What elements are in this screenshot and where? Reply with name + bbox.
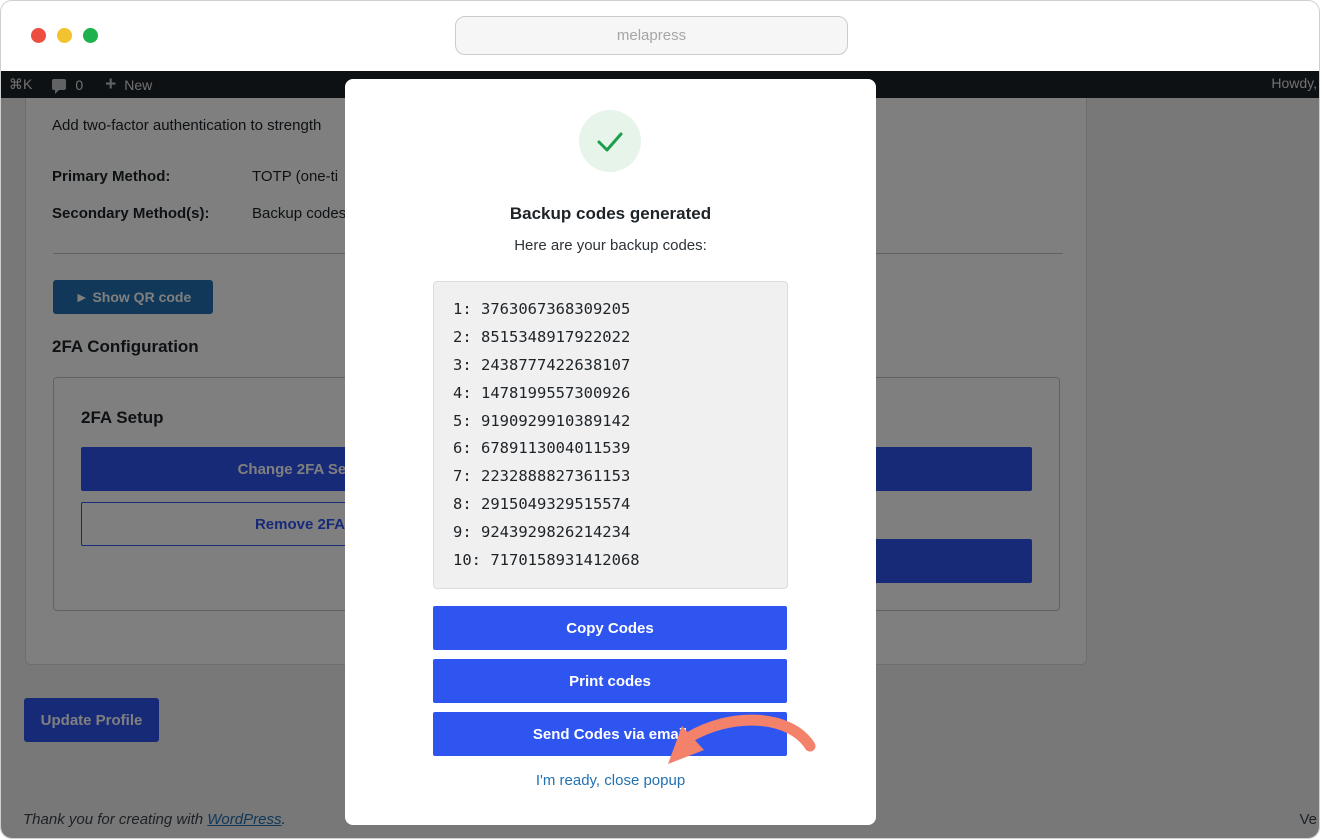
backup-code: 9: 9243929826214234 [453, 523, 631, 542]
backup-codes-list: 1: 3763067368309205 2: 8515348917922022 … [453, 299, 640, 578]
copy-codes-button[interactable]: Copy Codes [433, 606, 787, 650]
backup-code: 1: 3763067368309205 [453, 300, 631, 318]
backup-code: 6: 6789113004011539 [453, 439, 631, 458]
maximize-window-button[interactable] [83, 28, 98, 43]
backup-code: 4: 1478199557300926 [453, 383, 631, 402]
print-codes-button[interactable]: Print codes [433, 659, 787, 703]
pointer-arrow-icon [668, 714, 816, 764]
success-checkmark-icon [579, 110, 641, 172]
codes-box: 1: 3763067368309205 2: 8515348917922022 … [433, 281, 788, 589]
modal-subtitle: Here are your backup codes: [514, 237, 707, 254]
backup-code: 7: 2232888827361153 [453, 467, 631, 486]
backup-code: 2: 8515348917922022 [453, 327, 631, 346]
backup-code: 10: 7170158931412068 [453, 551, 640, 570]
close-popup-link[interactable]: I'm ready, close popup [345, 772, 876, 789]
backup-code: 3: 2438777422638107 [453, 355, 631, 374]
modal-title: Backup codes generated [509, 204, 712, 223]
browser-chrome: melapress [1, 1, 1319, 72]
backup-code: 5: 9190929910389142 [453, 411, 631, 430]
address-bar[interactable]: melapress [455, 16, 848, 55]
minimize-window-button[interactable] [57, 28, 72, 43]
close-window-button[interactable] [31, 28, 46, 43]
backup-code: 8: 2915049329515574 [453, 495, 631, 514]
